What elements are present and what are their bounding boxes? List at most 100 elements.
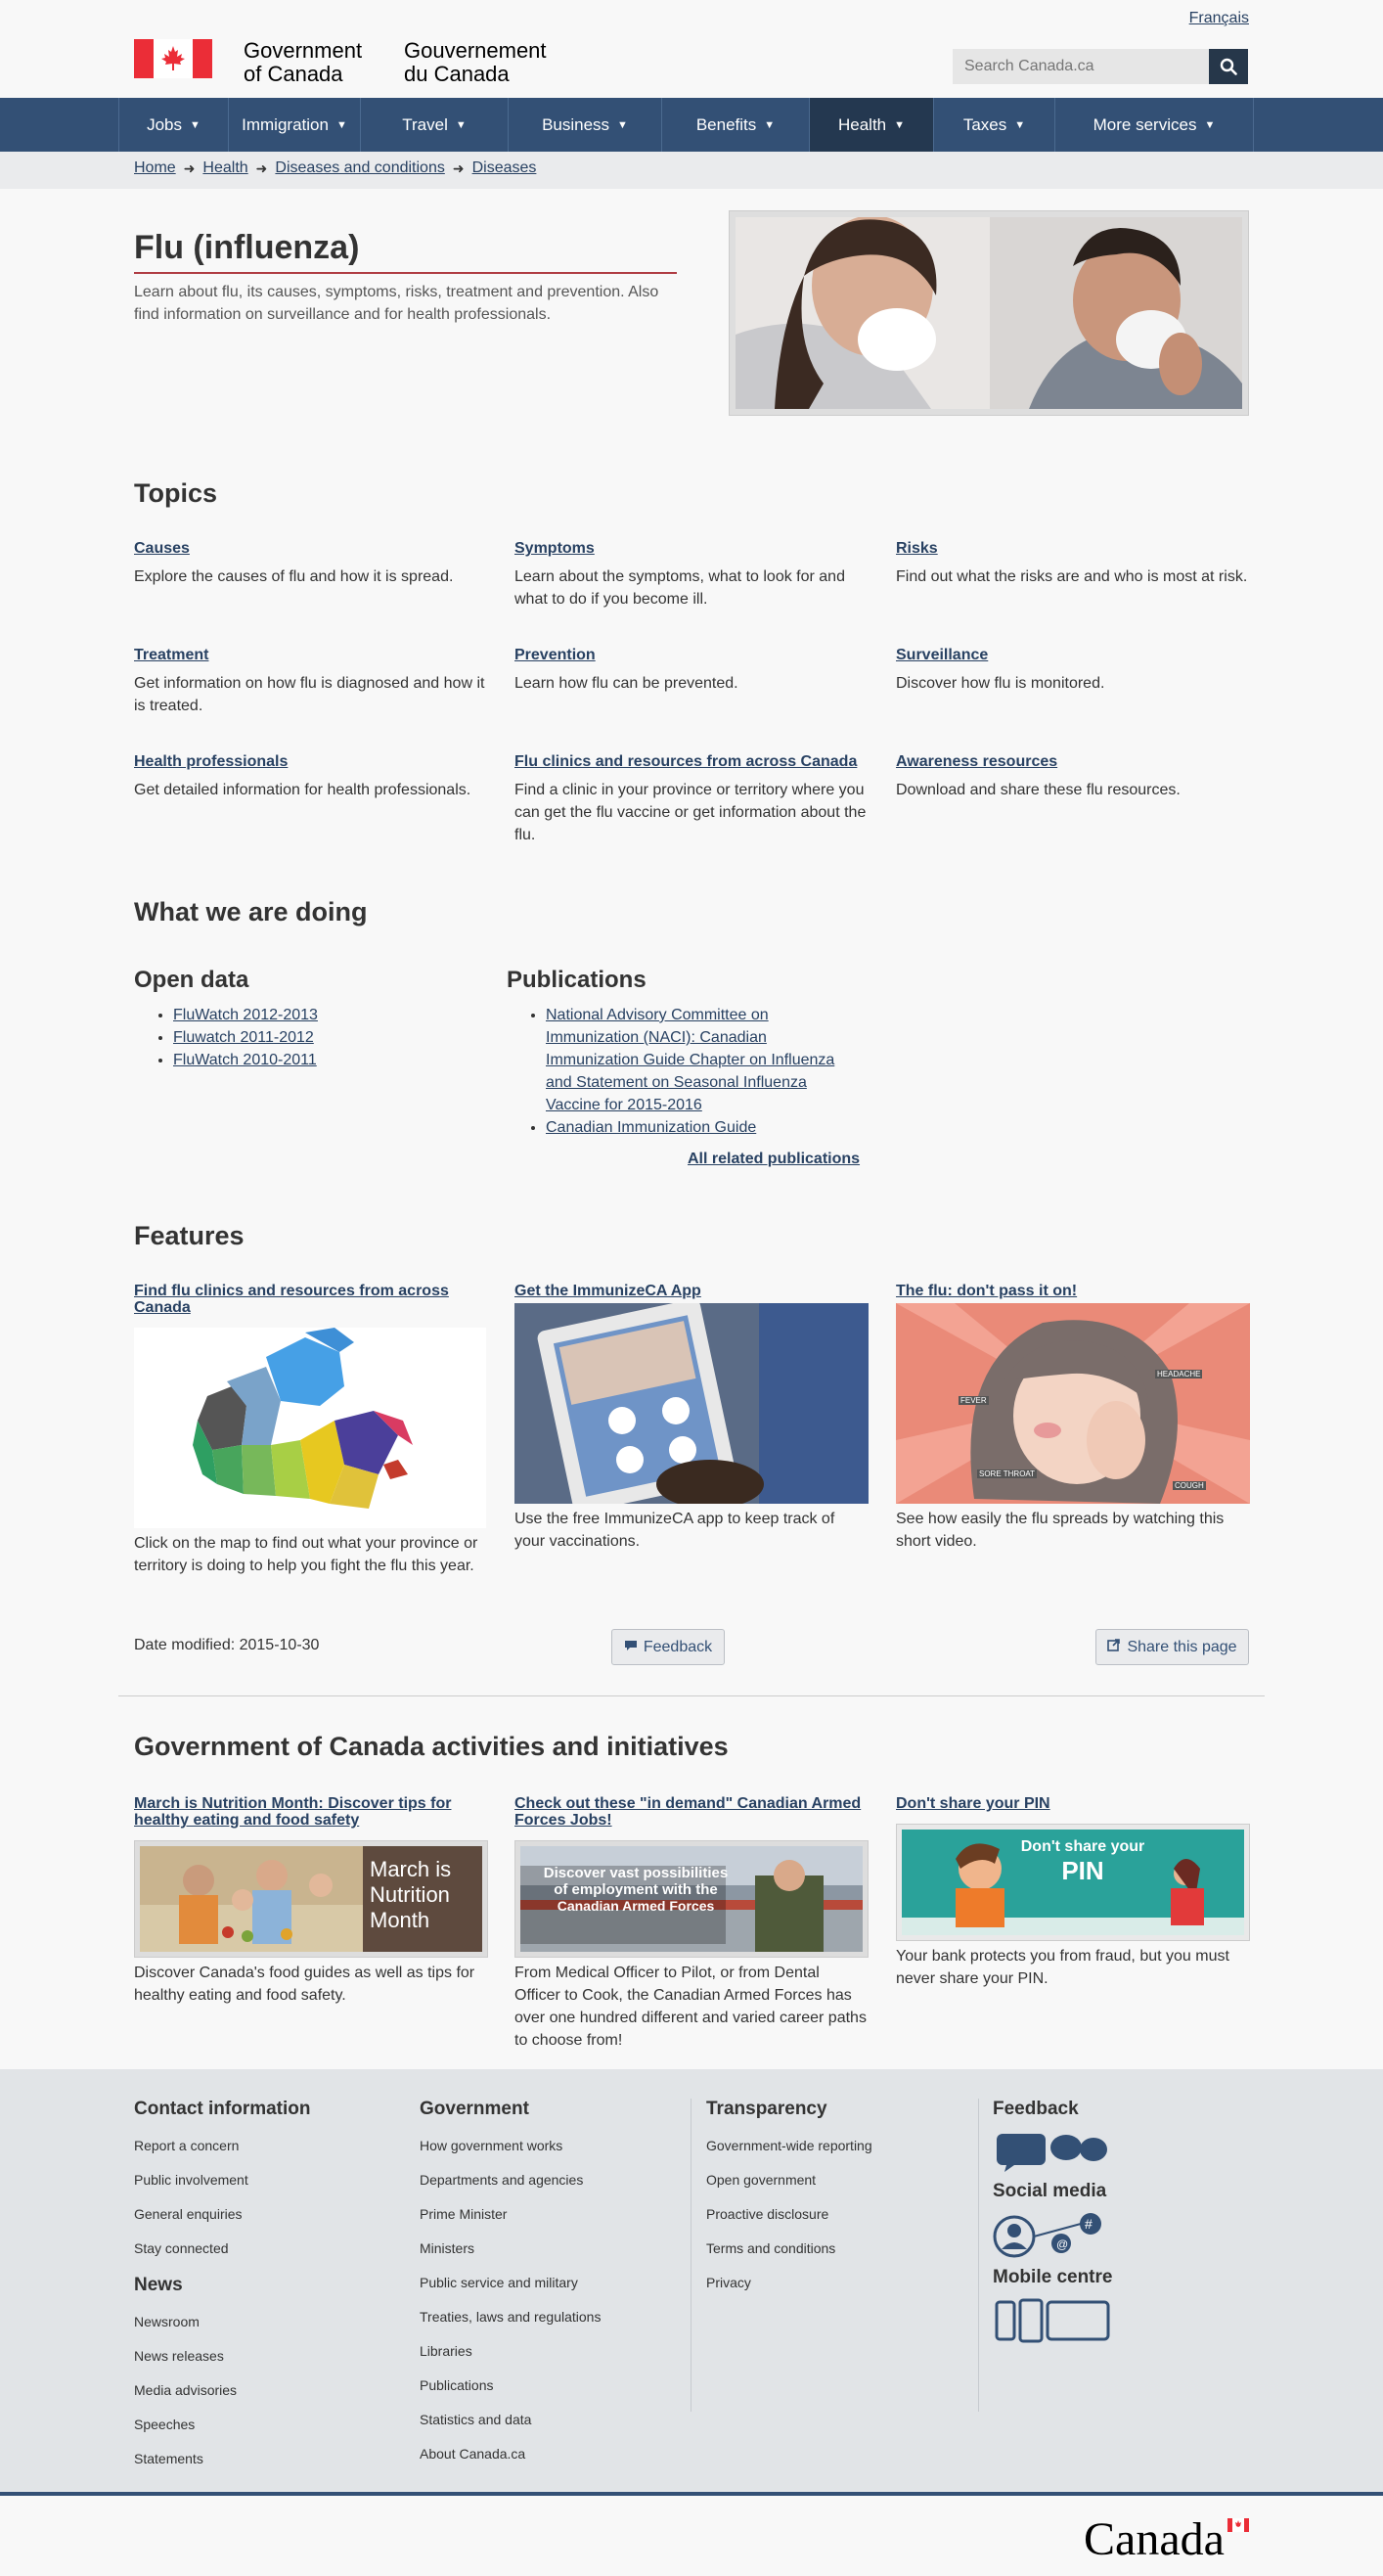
site-header: Français Government of Canada Gouvernemen…	[0, 0, 1383, 98]
all-related-publications-link[interactable]: All related publications	[688, 1151, 860, 1168]
footer-heading: Social media	[993, 2181, 1107, 2201]
topic-description: Get detailed information for health prof…	[134, 782, 471, 798]
footer-link[interactable]: Treaties, laws and regulations	[420, 2309, 601, 2343]
publication-link[interactable]: National Advisory Committee on Immunizat…	[546, 1007, 834, 1113]
list-item: FluWatch 2010-2011	[173, 1049, 467, 1071]
immunizeca-app-image[interactable]	[514, 1298, 869, 1514]
topic-link-treatment[interactable]: Treatment	[134, 647, 488, 664]
government-signature[interactable]: Government of Canada Gouvernement du Canad…	[134, 39, 570, 86]
publication-link[interactable]: Canadian Immunization Guide	[546, 1119, 756, 1136]
footer-link[interactable]: Government-wide reporting	[706, 2138, 872, 2172]
footer-link[interactable]: Stay connected	[134, 2240, 311, 2275]
footer-link[interactable]: Proactive disclosure	[706, 2206, 872, 2240]
feedback-button[interactable]: Feedback	[611, 1629, 725, 1665]
feature-link[interactable]: Find flu clinics and resources from acro…	[134, 1283, 488, 1316]
list-item: FluWatch 2012-2013	[173, 1004, 467, 1026]
flu-video-image[interactable]: HEADACHE FEVER SORE THROAT COUGH	[896, 1303, 1250, 1504]
topic-link-health-professionals[interactable]: Health professionals	[134, 753, 488, 771]
topic-prevention: Prevention Learn how flu can be prevente…	[514, 647, 869, 695]
footer-link[interactable]: Statements	[134, 2451, 311, 2485]
menu-item-taxes[interactable]: Taxes ▼	[933, 98, 1054, 152]
breadcrumb-diseases[interactable]: Diseases	[472, 159, 537, 177]
breadcrumb-health[interactable]: Health	[202, 159, 247, 177]
gc-activity-link[interactable]: Check out these "in demand" Canadian Arm…	[514, 1795, 869, 1829]
topic-causes: Causes Explore the causes of flu and how…	[134, 540, 488, 588]
canada-map-image[interactable]	[134, 1328, 486, 1528]
breadcrumb-home[interactable]: Home	[134, 159, 176, 177]
open-data-link[interactable]: FluWatch 2010-2011	[173, 1052, 317, 1068]
menu-item-jobs[interactable]: Jobs ▼	[118, 98, 228, 152]
footer-link[interactable]: Departments and agencies	[420, 2172, 601, 2206]
topic-link-symptoms[interactable]: Symptoms	[514, 540, 869, 558]
footer-heading: Feedback	[993, 2099, 1079, 2119]
topic-treatment: Treatment Get information on how flu is …	[134, 647, 488, 717]
social-media-icon[interactable]: @ #	[993, 2212, 1112, 2267]
dont-share-pin-image[interactable]: Don't share your PIN	[896, 1824, 1250, 1941]
footer-link[interactable]: Prime Minister	[420, 2206, 601, 2240]
topic-link-awareness-resources[interactable]: Awareness resources	[896, 753, 1250, 771]
arrow-right-icon: ➜	[255, 159, 268, 176]
topic-link-prevention[interactable]: Prevention	[514, 647, 869, 664]
gc-activity-link[interactable]: Don't share your PIN	[896, 1795, 1250, 1812]
page: Français Government of Canada Gouvernemen…	[0, 0, 1383, 2576]
gc-activity-description: Your bank protects you from fraud, but y…	[896, 1948, 1229, 1987]
footer-link[interactable]: About Canada.ca	[420, 2446, 601, 2480]
gc-activity-description: From Medical Officer to Pilot, or from D…	[514, 1965, 867, 2049]
nutrition-month-image[interactable]: March is Nutrition Month	[134, 1840, 488, 1958]
footer-link[interactable]: Ministers	[420, 2240, 601, 2275]
footer-link[interactable]: Privacy	[706, 2275, 872, 2309]
footer-link[interactable]: Public involvement	[134, 2172, 311, 2206]
share-page-button[interactable]: Share this page	[1095, 1629, 1249, 1665]
footer-link[interactable]: Media advisories	[134, 2382, 311, 2417]
footer-link[interactable]: How government works	[420, 2138, 601, 2172]
menu-item-immigration[interactable]: Immigration ▼	[228, 98, 360, 152]
breadcrumb: Home ➜ Health ➜ Diseases and conditions ➜ D…	[0, 152, 1383, 189]
topic-description: Learn about the symptoms, what to look f…	[514, 568, 845, 608]
topic-link-risks[interactable]: Risks	[896, 540, 1250, 558]
language-toggle-link[interactable]: Français	[1189, 10, 1249, 27]
feature-link[interactable]: Get the ImmunizeCA App	[514, 1283, 869, 1299]
signature-english: Government of Canada	[244, 38, 363, 86]
topic-link-flu-clinics[interactable]: Flu clinics and resources from across Ca…	[514, 753, 869, 771]
publications-heading: Publications	[507, 967, 647, 993]
feature-link[interactable]: The flu: don't pass it on!	[896, 1283, 1250, 1299]
search-button[interactable]	[1209, 49, 1248, 84]
footer-link[interactable]: Open government	[706, 2172, 872, 2206]
menu-item-travel[interactable]: Travel ▼	[360, 98, 508, 152]
topic-link-surveillance[interactable]: Surveillance	[896, 647, 1250, 664]
armed-forces-image[interactable]: Discover vast possibilities of employmen…	[514, 1840, 869, 1958]
footer-link[interactable]: News releases	[134, 2348, 311, 2382]
footer-heading: Contact information	[134, 2099, 311, 2119]
gc-activity-link[interactable]: March is Nutrition Month: Discover tips …	[134, 1795, 488, 1829]
open-data-link[interactable]: FluWatch 2012-2013	[173, 1007, 318, 1023]
breadcrumb-diseases-and-conditions[interactable]: Diseases and conditions	[275, 159, 444, 177]
comment-icon	[624, 1639, 638, 1656]
page-intro: Learn about flu, its causes, symptoms, r…	[134, 284, 659, 323]
footer-heading: News	[134, 2275, 183, 2295]
footer-link[interactable]: Libraries	[420, 2343, 601, 2377]
menu-item-business[interactable]: Business ▼	[508, 98, 661, 152]
footer-heading: Government	[420, 2099, 529, 2119]
footer-link[interactable]: Public service and military	[420, 2275, 601, 2309]
gc-activities-heading: Government of Canada activities and init…	[134, 1732, 729, 1761]
chevron-down-icon: ▼	[617, 118, 628, 131]
footer-link[interactable]: Newsroom	[134, 2314, 311, 2348]
topic-link-causes[interactable]: Causes	[134, 540, 488, 558]
footer-link[interactable]: Report a concern	[134, 2138, 311, 2172]
mobile-devices-icon[interactable]	[993, 2298, 1112, 2350]
menu-item-more-services[interactable]: More services ▼	[1054, 98, 1254, 152]
footer-link[interactable]: Terms and conditions	[706, 2240, 872, 2275]
footer-link[interactable]: Statistics and data	[420, 2412, 601, 2446]
search-input[interactable]	[953, 49, 1209, 84]
footer-link[interactable]: General enquiries	[134, 2206, 311, 2240]
menu-item-benefits[interactable]: Benefits ▼	[661, 98, 809, 152]
canada-wordmark-flag-icon	[1227, 2518, 1249, 2532]
topic-description: Find out what the risks are and who is m…	[896, 568, 1248, 585]
topic-risks: Risks Find out what the risks are and wh…	[896, 540, 1250, 588]
footer-link[interactable]: Speeches	[134, 2417, 311, 2451]
feedback-icon[interactable]	[993, 2130, 1112, 2181]
open-data-link[interactable]: Fluwatch 2011-2012	[173, 1029, 314, 1046]
symptom-label-cough: COUGH	[1173, 1481, 1206, 1490]
menu-item-health[interactable]: Health ▼	[809, 98, 933, 152]
footer-link[interactable]: Publications	[420, 2377, 601, 2412]
